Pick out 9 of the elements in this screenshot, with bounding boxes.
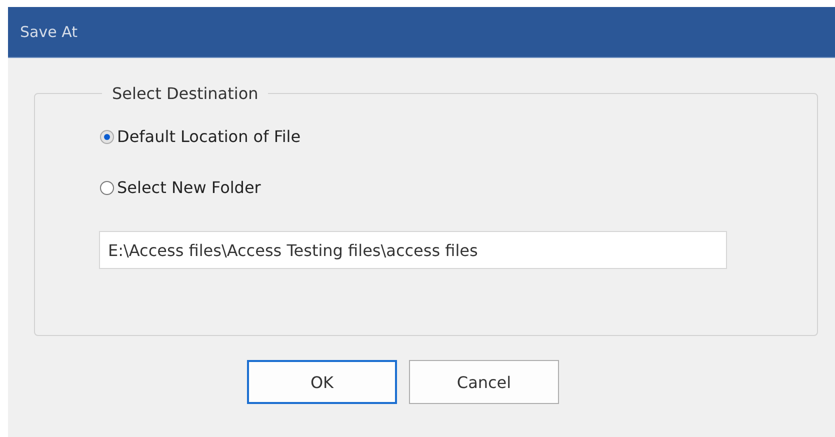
group-label: Select Destination bbox=[111, 84, 260, 103]
window-title: Save At bbox=[20, 23, 78, 41]
radio-button[interactable] bbox=[100, 180, 114, 194]
radio-button[interactable] bbox=[100, 130, 114, 144]
path-field[interactable]: E:\Access files\Access Testing files\access files bbox=[99, 231, 727, 269]
radio-option[interactable]: Select New Folder bbox=[100, 178, 817, 197]
cancel-button[interactable]: Cancel bbox=[409, 360, 559, 404]
ok-button[interactable]: OK bbox=[247, 360, 397, 404]
radio-option[interactable]: Default Location of File bbox=[100, 127, 817, 146]
